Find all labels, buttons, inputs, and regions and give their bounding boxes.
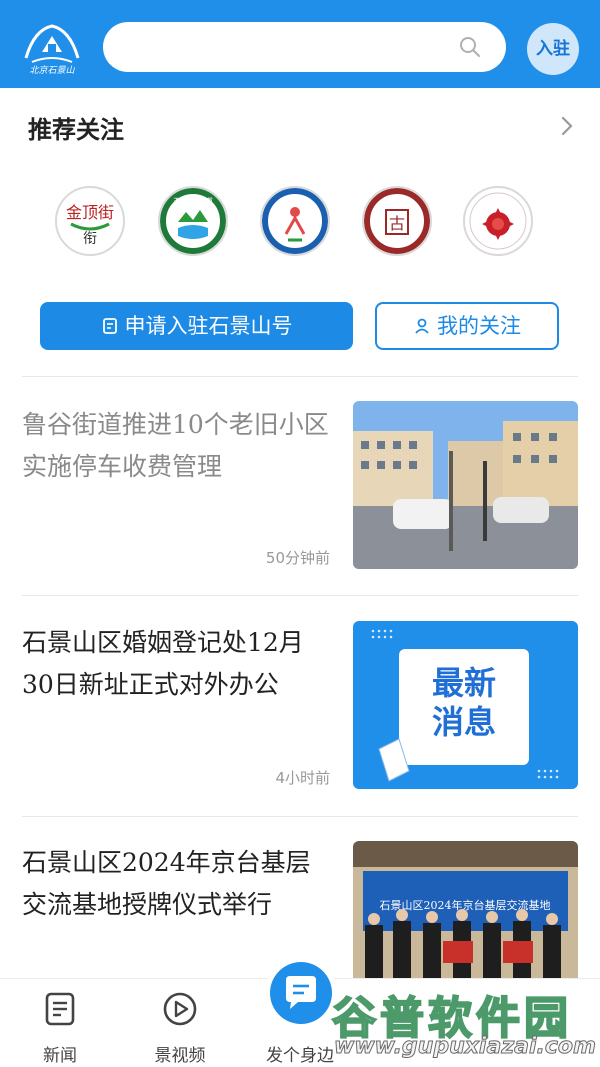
svg-text:古: 古 [389,214,405,233]
search-icon[interactable] [458,35,482,59]
search-input[interactable] [103,22,506,72]
svg-text:衔: 衔 [83,231,97,247]
recommended-accounts: 金顶街 衔 五里坨街道 古 [55,186,535,258]
news-time: 4小时前 [275,769,330,787]
video-play-icon [163,992,197,1026]
join-button[interactable]: 入驻 [527,23,579,75]
my-follow-button[interactable]: 我的关注 [375,302,559,350]
badge-line2: 消息 [432,703,496,741]
post-button[interactable] [270,962,332,1024]
news-title[interactable]: 石景山区婚姻登记处12月30日新址正式对外办公 [22,622,332,706]
badge-line1: 最新 [432,664,496,702]
avatar-guangning-street[interactable] [260,186,330,256]
chevron-right-icon[interactable] [558,114,576,138]
news-thumbnail[interactable]: 石景山区2024年京台基层交流基地 [353,841,578,978]
avatar-jinding-street[interactable]: 金顶街 衔 [55,186,125,256]
chat-bubble-icon [286,976,316,1009]
tab-news[interactable]: 新闻 [5,979,115,1067]
news-title[interactable]: 鲁谷街道推进10个老旧小区实施停车收费管理 [22,404,332,488]
news-title[interactable]: 石景山区2024年京台基层交流基地授牌仪式举行 [22,842,332,926]
avatar-label: 金顶街 [66,203,114,222]
tab-video-label: 景视频 [154,1046,206,1066]
news-thumbnail[interactable] [353,401,578,569]
divider [22,595,578,596]
avatar-gucheng-street[interactable]: 古 [362,186,432,256]
avatar-wulituo-street[interactable]: 五里坨街道 [158,186,228,256]
svg-text:五里坨街道: 五里坨街道 [173,196,213,206]
shijingshan-logo-icon[interactable]: 北京石景山 [20,18,84,76]
news-time: 50分钟前 [265,549,330,567]
avatar-bajiao-street[interactable] [463,186,533,256]
news-icon [45,992,75,1026]
tab-video[interactable]: 景视频 [125,979,235,1067]
divider [22,816,578,817]
apply-join-label: 申请入驻石景山号 [124,314,293,338]
news-thumbnail[interactable]: 最新 消息 [353,621,578,789]
apply-join-button[interactable]: 申请入驻石景山号 [40,302,353,350]
watermark: 谷普软件园 www.gupuxiazai.com [330,982,600,1066]
tab-news-label: 新闻 [43,1046,77,1066]
divider [22,376,578,377]
watermark-url: www.gupuxiazai.com [334,1034,597,1060]
recommend-title: 推荐关注 [28,116,124,144]
user-icon [415,318,429,334]
my-follow-label: 我的关注 [437,314,521,338]
svg-text:北京石景山: 北京石景山 [29,65,75,76]
app-header: 北京石景山 入驻 [0,0,600,88]
document-icon [102,318,117,334]
